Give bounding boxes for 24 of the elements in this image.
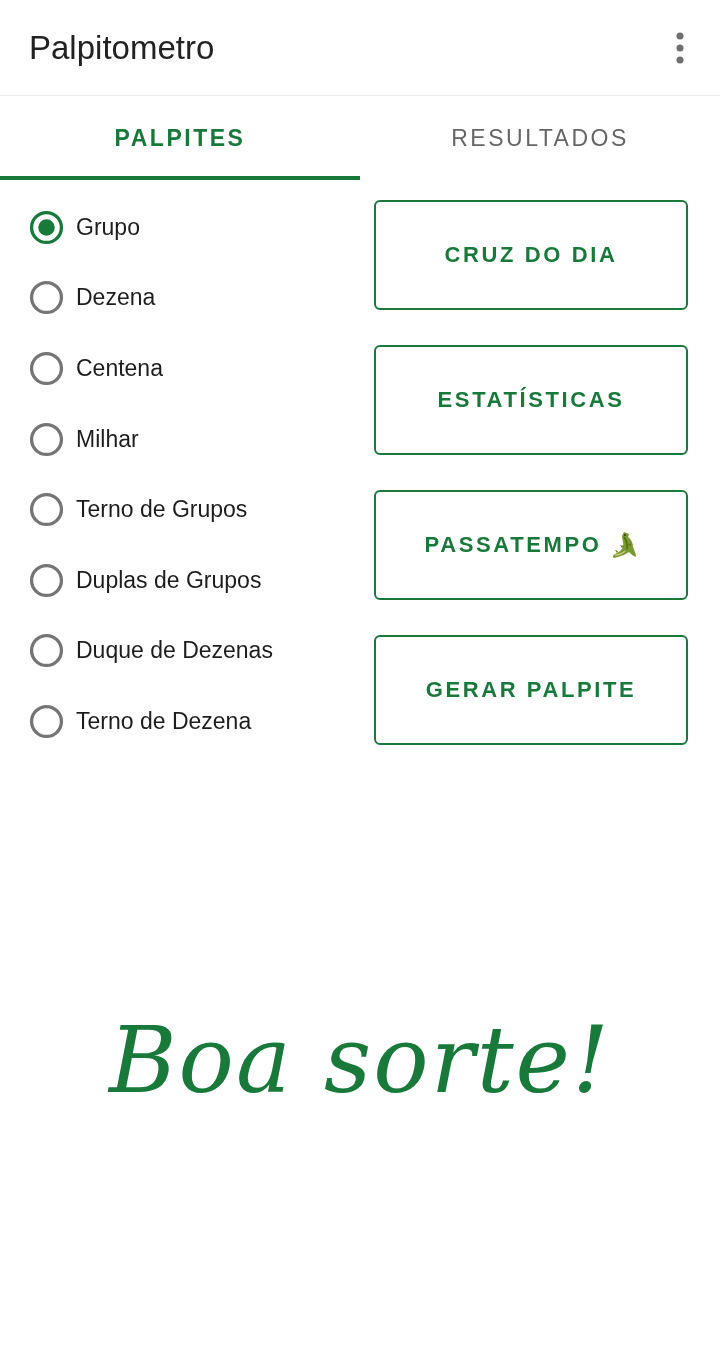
option-label[interactable]: Grupo xyxy=(76,213,140,241)
crocodile-icon xyxy=(611,531,638,559)
option-label[interactable]: Centena xyxy=(76,355,163,382)
radio-button[interactable] xyxy=(29,351,64,386)
radio-button[interactable] xyxy=(29,633,64,669)
radio-button[interactable] xyxy=(29,492,64,528)
option-label[interactable]: Terno de Grupos xyxy=(76,496,248,524)
outlined-button[interactable]: GERAR PALPITE xyxy=(374,635,688,745)
option-label[interactable]: Dezena xyxy=(76,284,156,312)
good-luck-message: Boa sorte! xyxy=(108,1006,612,1114)
option-label[interactable]: Duque de Dezenas xyxy=(76,637,273,665)
radio-button[interactable] xyxy=(29,703,64,739)
radio-button[interactable] xyxy=(29,562,64,598)
radio-button[interactable] xyxy=(29,280,64,316)
app-title: Palpitometro xyxy=(29,28,215,67)
option-label[interactable]: Milhar xyxy=(76,425,139,453)
radio-button[interactable] xyxy=(29,209,64,245)
outlined-button[interactable]: PASSATEMPO xyxy=(374,490,688,600)
option-label[interactable]: Terno de Dezena xyxy=(76,707,252,735)
radio-button[interactable] xyxy=(29,421,64,457)
outlined-button[interactable]: CRUZ DO DIA xyxy=(374,200,688,310)
more-options-icon[interactable] xyxy=(675,31,685,64)
option-label[interactable]: Duplas de Grupos xyxy=(76,566,262,594)
outlined-button[interactable]: ESTATÍSTICAS xyxy=(374,345,688,455)
